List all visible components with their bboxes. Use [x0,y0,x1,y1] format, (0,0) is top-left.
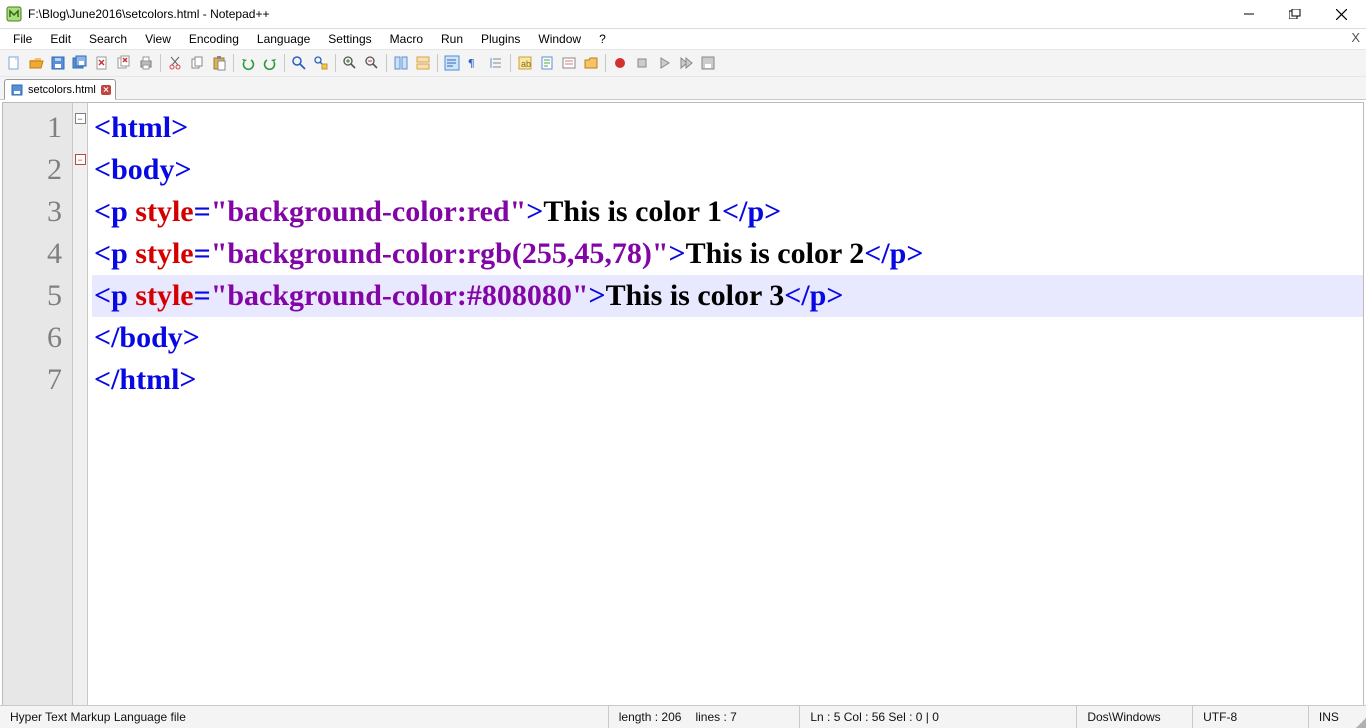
paste-icon[interactable] [209,53,229,73]
code-line: <p style="background-color:red">This is … [92,191,1363,233]
stop-macro-icon[interactable] [632,53,652,73]
func-list-icon[interactable] [559,53,579,73]
minimize-button[interactable] [1226,0,1272,28]
lang-icon[interactable]: ab [515,53,535,73]
menu-edit[interactable]: Edit [41,30,80,48]
line-num: 6 [3,317,62,359]
code-line: </html> [92,359,1363,401]
cut-icon[interactable] [165,53,185,73]
line-num: 2 [3,149,62,191]
undo-icon[interactable] [238,53,258,73]
wrap-icon[interactable] [442,53,462,73]
new-file-icon[interactable] [4,53,24,73]
find-icon[interactable] [289,53,309,73]
folder-icon[interactable] [581,53,601,73]
resize-grip-icon[interactable] [1349,706,1366,728]
copy-icon[interactable] [187,53,207,73]
show-chars-icon[interactable]: ¶ [464,53,484,73]
zoom-in-icon[interactable] [340,53,360,73]
status-encoding: UTF-8 [1193,706,1309,728]
toolbar-separator [160,54,161,72]
toolbar: ¶ ab [0,49,1366,77]
toolbar-separator [386,54,387,72]
menu-help[interactable]: ? [590,30,615,48]
play-macro-icon[interactable] [654,53,674,73]
status-mode: INS [1309,706,1349,728]
menu-file[interactable]: File [4,30,41,48]
close-file-icon[interactable] [92,53,112,73]
menu-bar: File Edit Search View Encoding Language … [0,29,1366,49]
line-num: 7 [3,359,62,401]
code-text-area[interactable]: <html> <body> <p style="background-color… [88,103,1363,709]
tab-close-icon[interactable] [101,85,111,95]
line-num: 5 [3,275,62,317]
menu-macro[interactable]: Macro [381,30,432,48]
line-num: 1 [3,107,62,149]
menu-settings[interactable]: Settings [319,30,380,48]
print-icon[interactable] [136,53,156,73]
tab-bar: setcolors.html [0,77,1366,100]
sync-h-icon[interactable] [413,53,433,73]
maximize-button[interactable] [1272,0,1318,28]
title-bar: F:\Blog\June2016\setcolors.html - Notepa… [0,0,1366,29]
toolbar-separator [605,54,606,72]
toolbar-separator [233,54,234,72]
app-logo-icon [6,6,22,22]
window-title: F:\Blog\June2016\setcolors.html - Notepa… [28,7,269,21]
save-all-icon[interactable] [70,53,90,73]
toolbar-separator [510,54,511,72]
line-number-gutter: 1 2 3 4 5 6 7 [3,103,73,709]
menu-plugins[interactable]: Plugins [472,30,529,48]
status-eol: Dos\Windows [1077,706,1193,728]
code-line: <p style="background-color:rgb(255,45,78… [92,233,1363,275]
fold-toggle-icon[interactable]: − [75,154,86,165]
zoom-out-icon[interactable] [362,53,382,73]
indent-guide-icon[interactable] [486,53,506,73]
menu-view[interactable]: View [136,30,180,48]
line-num: 4 [3,233,62,275]
close-all-icon[interactable] [114,53,134,73]
menu-encoding[interactable]: Encoding [180,30,248,48]
fold-toggle-icon[interactable]: − [75,113,86,124]
save-macro-icon[interactable] [698,53,718,73]
play-multi-icon[interactable] [676,53,696,73]
tab-setcolors[interactable]: setcolors.html [4,79,116,100]
status-length-lines: length : 206 lines : 7 [609,706,801,728]
redo-icon[interactable] [260,53,280,73]
code-line: <html> [92,107,1363,149]
close-button[interactable] [1318,0,1364,28]
status-bar: Hyper Text Markup Language file length :… [0,705,1366,728]
menu-language[interactable]: Language [248,30,319,48]
editor[interactable]: 1 2 3 4 5 6 7 − − <html> <body> <p style… [2,102,1364,710]
svg-text:¶: ¶ [468,57,475,70]
line-num: 3 [3,191,62,233]
toolbar-separator [284,54,285,72]
toolbar-separator [437,54,438,72]
file-tab-icon [11,84,23,96]
code-line: </body> [92,317,1363,359]
doc-map-icon[interactable] [537,53,557,73]
fold-column: − − [73,103,88,709]
menu-window[interactable]: Window [529,30,590,48]
code-line: <body> [92,149,1363,191]
toolbar-separator [335,54,336,72]
sync-v-icon[interactable] [391,53,411,73]
code-line-current: <p style="background-color:#808080">This… [92,275,1363,317]
status-filetype: Hyper Text Markup Language file [0,706,609,728]
open-file-icon[interactable] [26,53,46,73]
secondary-close-x[interactable]: X [1351,30,1360,45]
menu-run[interactable]: Run [432,30,472,48]
window-controls [1226,0,1364,28]
status-position: Ln : 5 Col : 56 Sel : 0 | 0 [800,706,1077,728]
replace-icon[interactable] [311,53,331,73]
tab-label: setcolors.html [28,84,96,96]
record-macro-icon[interactable] [610,53,630,73]
save-icon[interactable] [48,53,68,73]
menu-search[interactable]: Search [80,30,136,48]
svg-text:ab: ab [521,59,531,69]
